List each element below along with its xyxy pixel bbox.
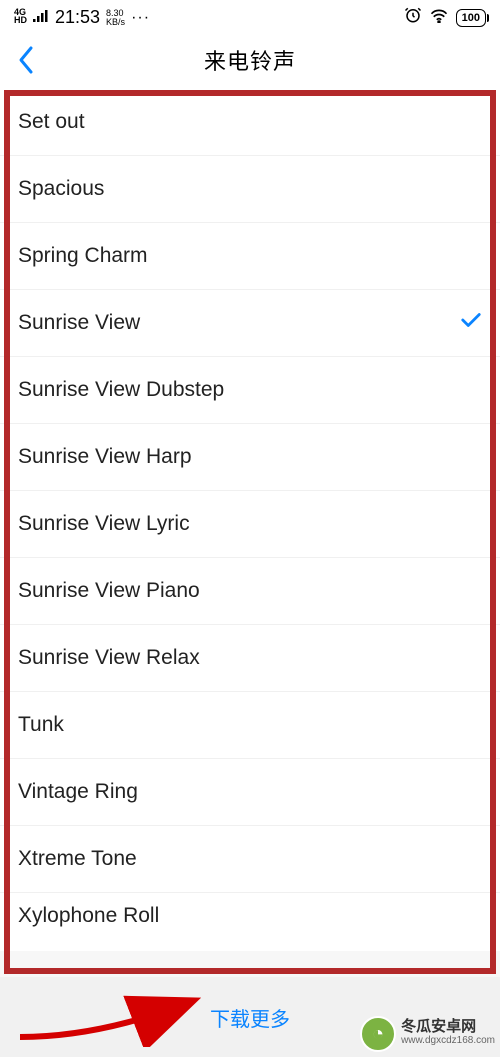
- ringtone-label: Sunrise View Harp: [18, 445, 192, 469]
- ringtone-label: Sunrise View Relax: [18, 646, 200, 670]
- wifi-icon: [430, 9, 448, 27]
- list-item[interactable]: Sunrise View Lyric: [0, 491, 500, 558]
- back-button[interactable]: [18, 45, 34, 75]
- ringtone-label: Sunrise View: [18, 311, 140, 335]
- status-right: 100: [404, 6, 486, 29]
- list-item[interactable]: Sunrise View Piano: [0, 558, 500, 625]
- status-bar: 4GHD 21:53 8.30KB/s ··· 100: [0, 0, 500, 33]
- battery-icon: 100: [456, 9, 486, 27]
- status-time: 21:53: [55, 7, 100, 28]
- arrow-annotation-icon: [10, 987, 210, 1047]
- watermark-text: 冬瓜安卓网 www.dgxcdz168.com: [401, 1020, 495, 1048]
- download-more-button[interactable]: 下载更多: [210, 1003, 290, 1032]
- ringtone-label: Spring Charm: [18, 244, 148, 268]
- list-item[interactable]: Xtreme Tone: [0, 826, 500, 893]
- header: 来电铃声: [0, 33, 500, 87]
- list-item[interactable]: Spring Charm: [0, 223, 500, 290]
- page-title: 来电铃声: [204, 44, 296, 76]
- signal-icon: [33, 10, 49, 25]
- list-item[interactable]: Sunrise View Relax: [0, 625, 500, 692]
- ringtone-label: Set out: [18, 110, 85, 134]
- status-left: 4GHD 21:53 8.30KB/s ···: [14, 7, 150, 28]
- list-item[interactable]: Set out: [0, 89, 500, 156]
- ringtone-label: Xtreme Tone: [18, 847, 137, 871]
- list-item[interactable]: Xylophone Roll: [0, 893, 500, 951]
- ringtone-list: Set out Spacious Spring Charm Sunrise Vi…: [0, 87, 500, 951]
- ringtone-label: Sunrise View Lyric: [18, 512, 190, 536]
- ringtone-label: Xylophone Roll: [18, 904, 159, 928]
- list-item[interactable]: Vintage Ring: [0, 759, 500, 826]
- list-item[interactable]: Tunk: [0, 692, 500, 759]
- list-item[interactable]: Spacious: [0, 156, 500, 223]
- watermark-logo-icon: [360, 1016, 396, 1052]
- ringtone-label: Spacious: [18, 177, 104, 201]
- network-type-icon: 4GHD: [14, 8, 27, 24]
- check-icon: [460, 311, 482, 335]
- ringtone-label: Sunrise View Piano: [18, 579, 200, 603]
- ringtone-label: Tunk: [18, 713, 64, 737]
- status-more-icon: ···: [131, 9, 150, 27]
- list-item[interactable]: Sunrise View Harp: [0, 424, 500, 491]
- list-item[interactable]: Sunrise View: [0, 290, 500, 357]
- alarm-icon: [404, 6, 422, 29]
- status-datarate: 8.30KB/s: [106, 9, 125, 27]
- list-item[interactable]: Sunrise View Dubstep: [0, 357, 500, 424]
- ringtone-label: Sunrise View Dubstep: [18, 378, 224, 402]
- ringtone-label: Vintage Ring: [18, 780, 138, 804]
- watermark: 冬瓜安卓网 www.dgxcdz168.com: [360, 1016, 495, 1052]
